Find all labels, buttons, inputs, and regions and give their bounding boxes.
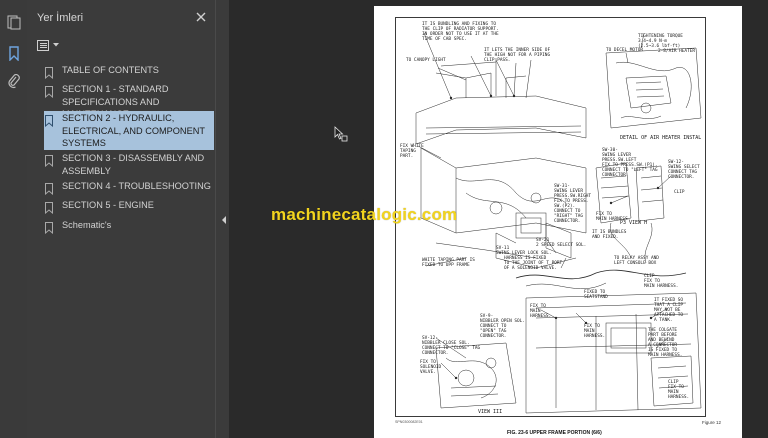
callout-note: TO CANOPY LIGHT <box>406 58 446 63</box>
collapse-arrow-icon[interactable] <box>222 216 226 224</box>
callout-note: FIX TO MAIN HARNESS. <box>584 324 606 339</box>
page-id: SPN0300082E01 <box>395 420 423 424</box>
figure-number: Figure 12 <box>702 420 722 425</box>
pages-icon[interactable] <box>4 13 23 32</box>
callout-note: FIX WHITE TAPING PART. <box>400 144 424 159</box>
bookmark-item-schematics[interactable]: Schematic's <box>44 219 214 235</box>
callout-note: 2-8/AIR HEATER <box>658 49 696 54</box>
bookmark-item-section-1[interactable]: SECTION 1 - STANDARD SPECIFICATIONS AND … <box>44 83 214 119</box>
bookmark-label: SECTION 2 - HYDRAULIC, ELECTRICAL, AND C… <box>62 113 205 148</box>
callout-note: IT LETS THE INNER SIDE OF THE HIGH NOT F… <box>484 48 551 63</box>
callout-note: CLIP FIX TO MAIN HARNESS. <box>644 274 679 289</box>
callout-note: WHITE TAPING PART IS FIXED TO UPP FRAME <box>422 258 475 268</box>
callout-note: FIX TO MAIN HARNESS. <box>530 304 552 319</box>
callout-note: FIX TO SOLENOID VALVE. <box>420 360 442 375</box>
bookmark-item-toc[interactable]: TABLE OF CONTENTS <box>44 64 214 80</box>
list-options-icon <box>37 39 49 51</box>
callout-note: SV-11 SWING LEVER LOCK SOL. <box>496 246 552 256</box>
callout-note: SW-12- SWING SELECT CONNECT TAG CONNECTO… <box>668 160 700 180</box>
bookmark-label: SECTION 3 - DISASSEMBLY AND ASSEMBLY <box>62 153 205 176</box>
callout-note: TIGHTENING TORQUE 3.4~4.9 N·m (2.5~3.6 l… <box>638 34 683 49</box>
bookmarks-panel: Yer İmleri TABLE OF CONTENTS SECTION 1 -… <box>27 0 215 438</box>
bookmark-icon <box>44 201 58 219</box>
bookmark-icon <box>44 114 58 132</box>
pdf-viewer-window: Yer İmleri TABLE OF CONTENTS SECTION 1 -… <box>0 0 768 438</box>
callout-note: CLIP <box>674 190 685 195</box>
bookmark-item-section-4[interactable]: SECTION 4 - TROUBLESHOOTING <box>44 180 214 196</box>
callout-note: TO DECEL MOTOR <box>606 48 644 53</box>
bookmark-icon <box>44 182 58 200</box>
callout-note: THE COLGATE PART BEFORE AND BEHIND A CON… <box>648 328 683 358</box>
callout-note: HARNESS IS FIXED TO THE JOINT OF T PORT … <box>504 256 563 271</box>
panel-splitter[interactable] <box>215 0 229 438</box>
cursor-icon <box>334 126 348 147</box>
figure-caption: FIG. 23-6 UPPER FRAME PORTION (6/6) <box>507 430 602 436</box>
tool-rail <box>0 0 27 438</box>
callout-note: IT IS BUNDLES AND FIXED. <box>592 230 627 240</box>
close-icon[interactable] <box>195 10 207 22</box>
callout-note: DETAIL OF AIR HEATER INSTAL <box>620 135 702 141</box>
callout-note: P3 VIEW H <box>620 220 648 226</box>
bookmark-item-section-3[interactable]: SECTION 3 - DISASSEMBLY AND ASSEMBLY <box>44 152 214 179</box>
panel-title: Yer İmleri <box>37 12 84 24</box>
bookmark-icon <box>44 154 58 172</box>
callout-note: CLIP FIX TO MAIN HARNESS. <box>668 380 690 400</box>
bookmark-label: Schematic's <box>62 220 112 230</box>
bookmark-item-section-5[interactable]: SECTION 5 - ENGINE <box>44 199 214 215</box>
attachments-icon[interactable] <box>4 72 23 91</box>
callout-note: IT IS BUNDLING AND FIXING TO THE CLIP OF… <box>422 22 499 42</box>
callout-note: FIXED TO SEATSTAND <box>584 290 608 300</box>
callout-note: IT FIXED SO THAT A CLIP MAY NOT BE ATTAC… <box>654 298 684 323</box>
bookmark-label: TABLE OF CONTENTS <box>62 65 159 75</box>
callout-note: TO RELAY ASSY AND LEFT CONSOLE BOX <box>614 256 659 266</box>
callout-note: SV-9- NIBBLER OPEN SOL. CONNECT TO "OPEN… <box>480 314 525 339</box>
bookmark-icon <box>44 66 58 84</box>
bookmark-label: SECTION 5 - ENGINE <box>62 200 154 210</box>
watermark-text: machinecatalogic.com <box>271 205 458 224</box>
bookmark-label: SECTION 4 - TROUBLESHOOTING <box>62 181 211 191</box>
bookmark-icon <box>44 85 58 103</box>
callout-note: SW-31- SWING LEVER PRESS.SW.RIGHT FIX TO… <box>554 184 592 224</box>
bookmark-icon <box>44 221 58 239</box>
bookmarks-icon[interactable] <box>4 44 23 63</box>
callout-note: SV-12- NIBBLER CLOSE SOL. CONNECT TO "CL… <box>422 336 481 356</box>
chevron-down-icon <box>53 43 59 47</box>
callout-note: SW-30- SWING LEVER PRESS.SW.LEFT FIX TO … <box>602 148 658 178</box>
bookmark-item-section-2[interactable]: SECTION 2 - HYDRAULIC, ELECTRICAL, AND C… <box>44 111 214 150</box>
callout-note: VIEW III <box>478 409 503 415</box>
options-menu-button[interactable] <box>37 38 59 52</box>
